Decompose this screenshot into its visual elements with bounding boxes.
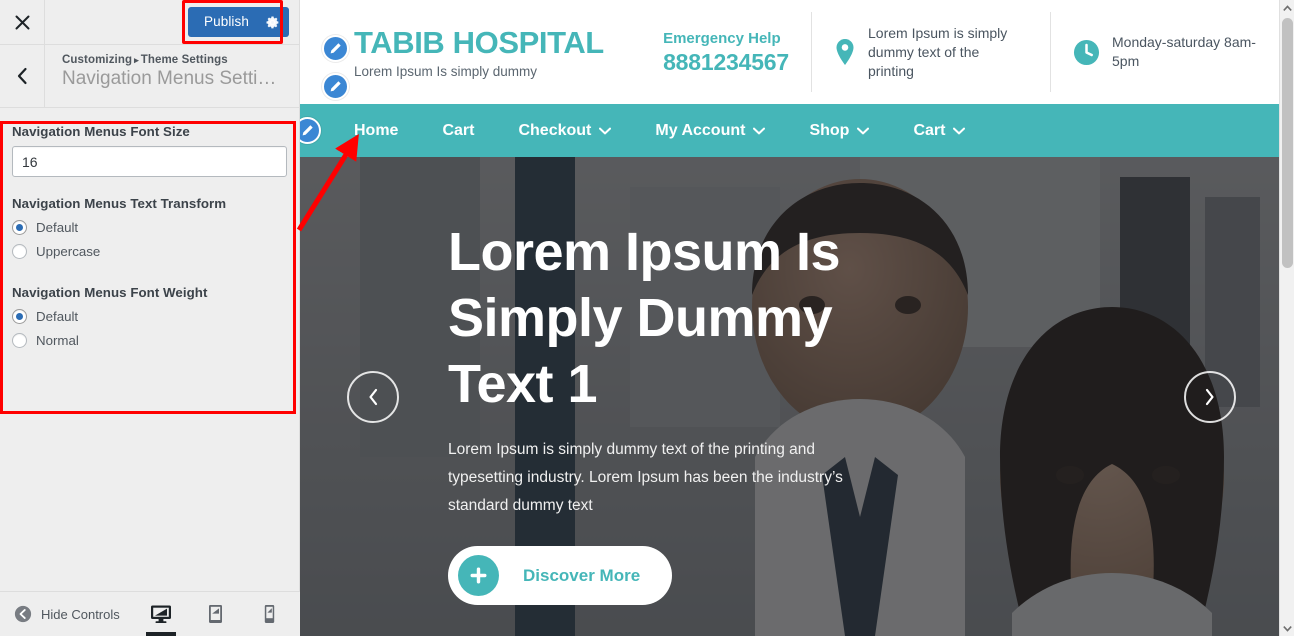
site-tagline: Lorem Ipsum Is simply dummy <box>354 63 538 79</box>
back-button[interactable] <box>0 45 45 107</box>
setting-font-size: Navigation Menus Font Size <box>12 124 287 177</box>
panel-titles: Customizing ▸ Theme Settings Navigation Me… <box>45 45 287 107</box>
gear-icon[interactable] <box>263 7 289 37</box>
nav-item-cart-2[interactable]: Cart <box>891 104 987 157</box>
chevron-down-icon <box>857 127 870 135</box>
carousel-prev-button[interactable] <box>347 370 399 423</box>
plus-icon <box>458 555 499 596</box>
mobile-icon <box>264 605 274 623</box>
scroll-up-arrow-icon[interactable] <box>1280 0 1294 16</box>
header-address-text: Lorem Ipsum is simply dummy text of the … <box>868 24 1008 79</box>
publish-area: Publish <box>182 0 289 44</box>
device-mobile-button[interactable] <box>252 592 286 636</box>
nav-item-label: Cart <box>442 121 475 139</box>
site-preview: TABIB HOSPITAL Lorem Ipsum Is simply dum… <box>300 0 1294 636</box>
header-hours-block: Monday-saturday 8am-5pm <box>1050 12 1294 92</box>
emergency-label: Emergency Help <box>663 29 781 47</box>
chevron-left-icon <box>369 388 378 405</box>
breadcrumb-separator-icon: ▸ <box>134 55 139 65</box>
scroll-down-arrow-icon[interactable] <box>1280 620 1294 636</box>
breadcrumb-parent: Theme Settings <box>140 54 228 66</box>
device-switcher <box>144 592 300 636</box>
publish-button-label: Publish <box>204 14 249 29</box>
publish-button[interactable]: Publish <box>188 7 289 37</box>
emergency-phone-number[interactable]: 8881234567 <box>663 49 789 76</box>
header-hours-text: Monday-saturday 8am-5pm <box>1112 34 1256 69</box>
edit-pencil-icon-tagline[interactable] <box>322 72 349 100</box>
customizer-sidebar: Publish Customizing ▸ Theme Settings Nav… <box>0 0 300 636</box>
radio-font-weight-normal[interactable]: Normal <box>12 333 287 348</box>
hero-slider: Lorem Ipsum Is Simply Dummy Text 1 Lorem… <box>300 157 1294 636</box>
settings-list: Navigation Menus Font Size Navigation Me… <box>0 108 299 362</box>
nav-item-label: Cart <box>913 121 946 139</box>
font-size-label: Navigation Menus Font Size <box>12 124 190 139</box>
radio-icon-unselected[interactable] <box>12 333 27 348</box>
nav-item-my-account[interactable]: My Account <box>633 104 787 157</box>
hide-controls-button[interactable]: Hide Controls <box>0 605 120 623</box>
customizer-footer: Hide Controls <box>0 591 300 636</box>
customizer-panel-header: Customizing ▸ Theme Settings Navigation Me… <box>0 45 299 108</box>
customizer-screen: Publish Customizing ▸ Theme Settings Nav… <box>0 0 1294 636</box>
radio-label: Normal <box>36 333 79 348</box>
desktop-icon <box>151 605 171 623</box>
radio-label: Uppercase <box>36 244 101 259</box>
chevron-down-icon <box>953 127 966 135</box>
breadcrumb-root: Customizing <box>62 54 133 66</box>
hide-controls-label: Hide Controls <box>41 606 120 622</box>
site-title[interactable]: TABIB HOSPITAL <box>312 25 604 61</box>
nav-item-label: My Account <box>655 121 746 139</box>
pencil-icon <box>302 125 313 136</box>
hero-title: Lorem Ipsum Is Simply Dummy Text 1 <box>448 222 841 414</box>
chevron-right-icon <box>1205 388 1214 405</box>
discover-more-button[interactable]: Discover More <box>448 546 673 605</box>
scrollbar-thumb[interactable] <box>1282 18 1293 268</box>
preview-scrollbar[interactable] <box>1279 0 1294 636</box>
setting-font-weight: Navigation Menus Font Weight Default Nor… <box>12 285 287 348</box>
edit-pencil-icon-title[interactable] <box>322 34 349 62</box>
device-desktop-button[interactable] <box>144 592 178 636</box>
header-emergency-block: Emergency Help 8881234567 <box>641 12 811 92</box>
site-header: TABIB HOSPITAL Lorem Ipsum Is simply dum… <box>300 0 1294 104</box>
breadcrumb: Customizing ▸ Theme Settings <box>62 54 287 66</box>
font-size-input[interactable] <box>12 146 287 177</box>
radio-label: Default <box>36 220 79 235</box>
site-branding: TABIB HOSPITAL Lorem Ipsum Is simply dum… <box>312 25 612 100</box>
nav-item-home[interactable]: Home <box>332 104 420 157</box>
radio-icon-unselected[interactable] <box>12 244 27 259</box>
nav-item-checkout[interactable]: Checkout <box>496 104 633 157</box>
tablet-icon <box>208 605 222 623</box>
setting-text-transform: Navigation Menus Text Transform Default … <box>12 196 287 259</box>
edit-pencil-icon-menu[interactable] <box>300 117 321 144</box>
radio-icon-selected[interactable] <box>12 309 27 324</box>
text-transform-label: Navigation Menus Text Transform <box>12 196 227 211</box>
nav-item-cart[interactable]: Cart <box>420 104 496 157</box>
nav-item-label: Checkout <box>518 121 592 139</box>
pencil-icon <box>330 42 341 53</box>
site-navigation: Home Cart Checkout My Account Shop Cart <box>300 104 1294 157</box>
customizer-topbar: Publish <box>0 0 299 45</box>
collapse-icon <box>14 605 32 623</box>
map-pin-icon <box>834 38 856 66</box>
hero-subtitle: Lorem Ipsum is simply dummy text of the … <box>448 441 843 514</box>
radio-icon-selected[interactable] <box>12 220 27 235</box>
nav-item-label: Home <box>354 121 399 139</box>
header-contact-info: Emergency Help 8881234567 Lorem Ipsum is… <box>641 12 1294 92</box>
font-weight-label: Navigation Menus Font Weight <box>12 285 208 300</box>
nav-item-shop[interactable]: Shop <box>787 104 891 157</box>
clock-icon <box>1073 39 1100 66</box>
chevron-down-icon <box>599 127 612 135</box>
radio-text-transform-default[interactable]: Default <box>12 220 287 235</box>
pencil-icon <box>330 80 341 91</box>
nav-item-label: Shop <box>809 121 850 139</box>
discover-more-label: Discover More <box>523 565 641 585</box>
page-title: Navigation Menus Setti… <box>62 68 277 89</box>
radio-label: Default <box>36 309 79 324</box>
close-icon[interactable] <box>0 0 45 44</box>
radio-text-transform-uppercase[interactable]: Uppercase <box>12 244 287 259</box>
device-tablet-button[interactable] <box>198 592 232 636</box>
radio-font-weight-default[interactable]: Default <box>12 309 287 324</box>
chevron-down-icon <box>753 127 766 135</box>
header-address-block: Lorem Ipsum is simply dummy text of the … <box>811 12 1050 92</box>
carousel-next-button[interactable] <box>1184 370 1236 423</box>
